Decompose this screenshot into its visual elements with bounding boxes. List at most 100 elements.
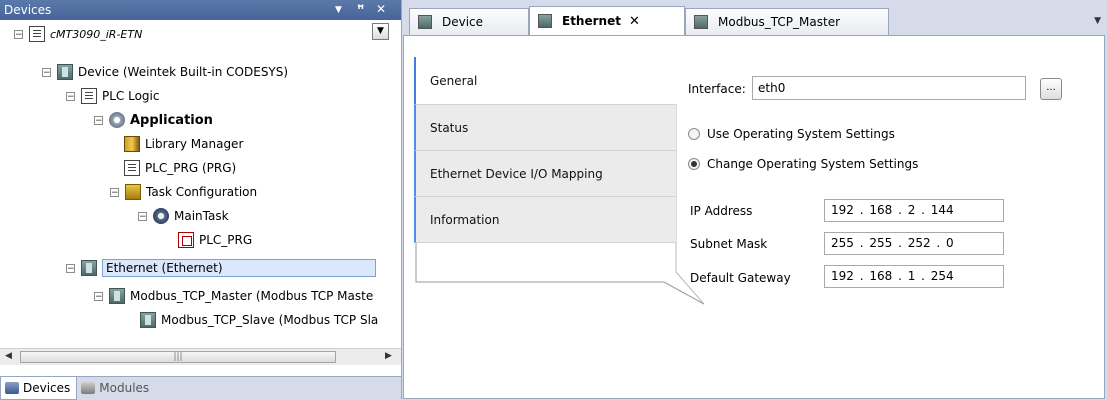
tab-device[interactable]: Device [409,8,529,35]
radio-off-icon [688,128,700,140]
tree-item-maintask[interactable]: − MainTask [138,204,229,228]
tree-item-label: Modbus_TCP_Master (Modbus TCP Maste [130,289,374,303]
tab-label: Devices [23,381,71,395]
tree-item-library-manager[interactable]: Library Manager [124,132,243,156]
subnet-mask-field[interactable]: 255 . 255 . 252 . 0 [824,232,1004,255]
scrollbar-thumb[interactable]: ||| [20,351,336,363]
tree-item-label: PLC_PRG [199,233,253,247]
tree-item-ethernet[interactable]: − Ethernet (Ethernet) [66,256,376,280]
general-settings: Interface: eth0 ... Use Operating System… [684,36,1104,398]
devices-panel-titlebar: Devices ▼ ꟸ ✕ [0,0,401,20]
tab-devices[interactable]: Devices [0,377,78,400]
default-gateway-field[interactable]: 192 . 168 . 1 . 254 [824,265,1004,288]
device-tree: − cMT3090_iR-ETN − Device (Weintek Built… [0,20,401,348]
tab-label: Device [442,15,484,29]
tab-label: Modules [99,381,150,395]
radio-label: Use Operating System Settings [707,127,895,141]
modbus-master-icon [109,288,125,304]
ethernet-icon [81,260,97,276]
task-configuration-icon [125,184,141,200]
tree-item-label: Modbus_TCP_Slave (Modbus TCP Sla [161,313,379,327]
tab-label: Ethernet [562,14,621,28]
devices-panel-title: Devices [4,3,52,17]
horizontal-scrollbar[interactable]: ◀ ||| ▶ [0,348,401,365]
editor-pane: General Status Ethernet Device I/O Mappi… [403,35,1105,399]
interface-field[interactable]: eth0 [752,76,1026,100]
device-icon [57,64,73,80]
collapse-toggle-icon[interactable]: − [94,291,103,301]
collapse-toggle-icon[interactable]: − [110,187,119,197]
side-tab-label: Status [430,120,469,135]
scroll-right-icon[interactable]: ▶ [385,351,392,361]
side-tab-information[interactable]: Information [414,197,676,243]
tree-item-modbus-slave[interactable]: Modbus_TCP_Slave (Modbus TCP Sla [140,308,378,332]
tree-item-project[interactable]: − cMT3090_iR-ETN [14,22,142,46]
tree-item-label: cMT3090_iR-ETN [50,27,143,41]
side-tab-status[interactable]: Status [414,105,676,151]
chevron-down-icon: ▼ [377,26,384,36]
device-icon [418,15,432,29]
tree-item-label: Device (Weintek Built-in CODESYS) [78,65,289,79]
panel-dropdown-icon[interactable]: ▼ [335,5,342,15]
scroll-left-icon[interactable]: ◀ [5,351,12,361]
interface-label: Interface: [688,82,746,96]
collapse-toggle-icon[interactable]: − [42,67,51,77]
side-tab-io-mapping[interactable]: Ethernet Device I/O Mapping [414,151,676,197]
ip-address-label: IP Address [690,204,753,218]
radio-on-icon [688,158,700,170]
tree-item-label: Library Manager [145,137,244,151]
side-tab-general[interactable]: General [414,57,676,105]
pin-icon[interactable]: ꟸ [357,2,364,16]
project-icon [29,26,45,42]
tree-item-task-configuration[interactable]: − Task Configuration [110,180,257,204]
devices-tab-icon [5,382,19,394]
radio-use-os-settings[interactable]: Use Operating System Settings [688,127,895,141]
modules-tab-icon [81,382,96,394]
tree-item-label: Application [130,112,213,128]
default-gateway-label: Default Gateway [690,271,791,285]
collapse-toggle-icon[interactable]: − [66,263,75,273]
tree-item-plc-logic[interactable]: − PLC Logic [66,84,159,108]
editor-area: Device Ethernet ✕ Modbus_TCP_Master ▼ Ge… [403,0,1107,399]
tree-item-label: MainTask [174,209,229,223]
tree-item-device[interactable]: − Device (Weintek Built-in CODESYS) [42,60,288,84]
side-tab-label: Ethernet Device I/O Mapping [430,166,603,181]
collapse-toggle-icon[interactable]: − [138,211,147,221]
ip-address-field[interactable]: 192 . 168 . 2 . 144 [824,199,1004,222]
library-manager-icon [124,136,140,152]
side-tab-label: Information [430,212,500,227]
tab-label: Modbus_TCP_Master [718,15,841,29]
tab-ethernet[interactable]: Ethernet ✕ [529,6,685,35]
close-icon[interactable]: ✕ [376,2,386,16]
subnet-mask-label: Subnet Mask [690,237,768,251]
devices-panel: Devices ▼ ꟸ ✕ − cMT3090_iR-ETN − Device … [0,0,402,400]
radio-label: Change Operating System Settings [707,157,919,171]
program-icon [124,160,140,176]
tree-item-label: Ethernet (Ethernet) [102,259,376,277]
tree-item-label: PLC_PRG (PRG) [145,161,237,175]
collapse-toggle-icon[interactable]: − [14,29,23,39]
plc-logic-icon [81,88,97,104]
collapse-toggle-icon[interactable]: − [94,115,103,125]
tree-item-label: Task Configuration [146,185,258,199]
tree-item-modbus-master[interactable]: − Modbus_TCP_Master (Modbus TCP Maste [94,284,373,308]
browse-button[interactable]: ... [1040,78,1062,100]
bottom-tabs: Devices Modules [0,376,401,400]
tree-item-plc-prg[interactable]: PLC_PRG (PRG) [124,156,236,180]
collapse-toggle-icon[interactable]: − [66,91,75,101]
modbus-slave-icon [140,312,156,328]
modbus-master-icon [694,15,708,29]
tree-item-plc-prg-call[interactable]: PLC_PRG [178,228,252,252]
tree-item-application[interactable]: − Application [94,108,213,132]
radio-change-os-settings[interactable]: Change Operating System Settings [688,157,918,171]
tree-item-label: PLC Logic [102,89,160,103]
tree-dropdown-button[interactable]: ▼ [372,23,389,40]
program-call-icon [178,232,194,248]
close-tab-icon[interactable]: ✕ [629,14,640,29]
task-icon [153,208,169,224]
tab-modules[interactable]: Modules [77,377,155,399]
editor-tabstrip: Device Ethernet ✕ Modbus_TCP_Master ▼ [403,0,1107,36]
tab-list-dropdown-icon[interactable]: ▼ [1094,16,1101,26]
tab-modbus-tcp-master[interactable]: Modbus_TCP_Master [685,8,889,35]
application-icon [109,112,125,128]
